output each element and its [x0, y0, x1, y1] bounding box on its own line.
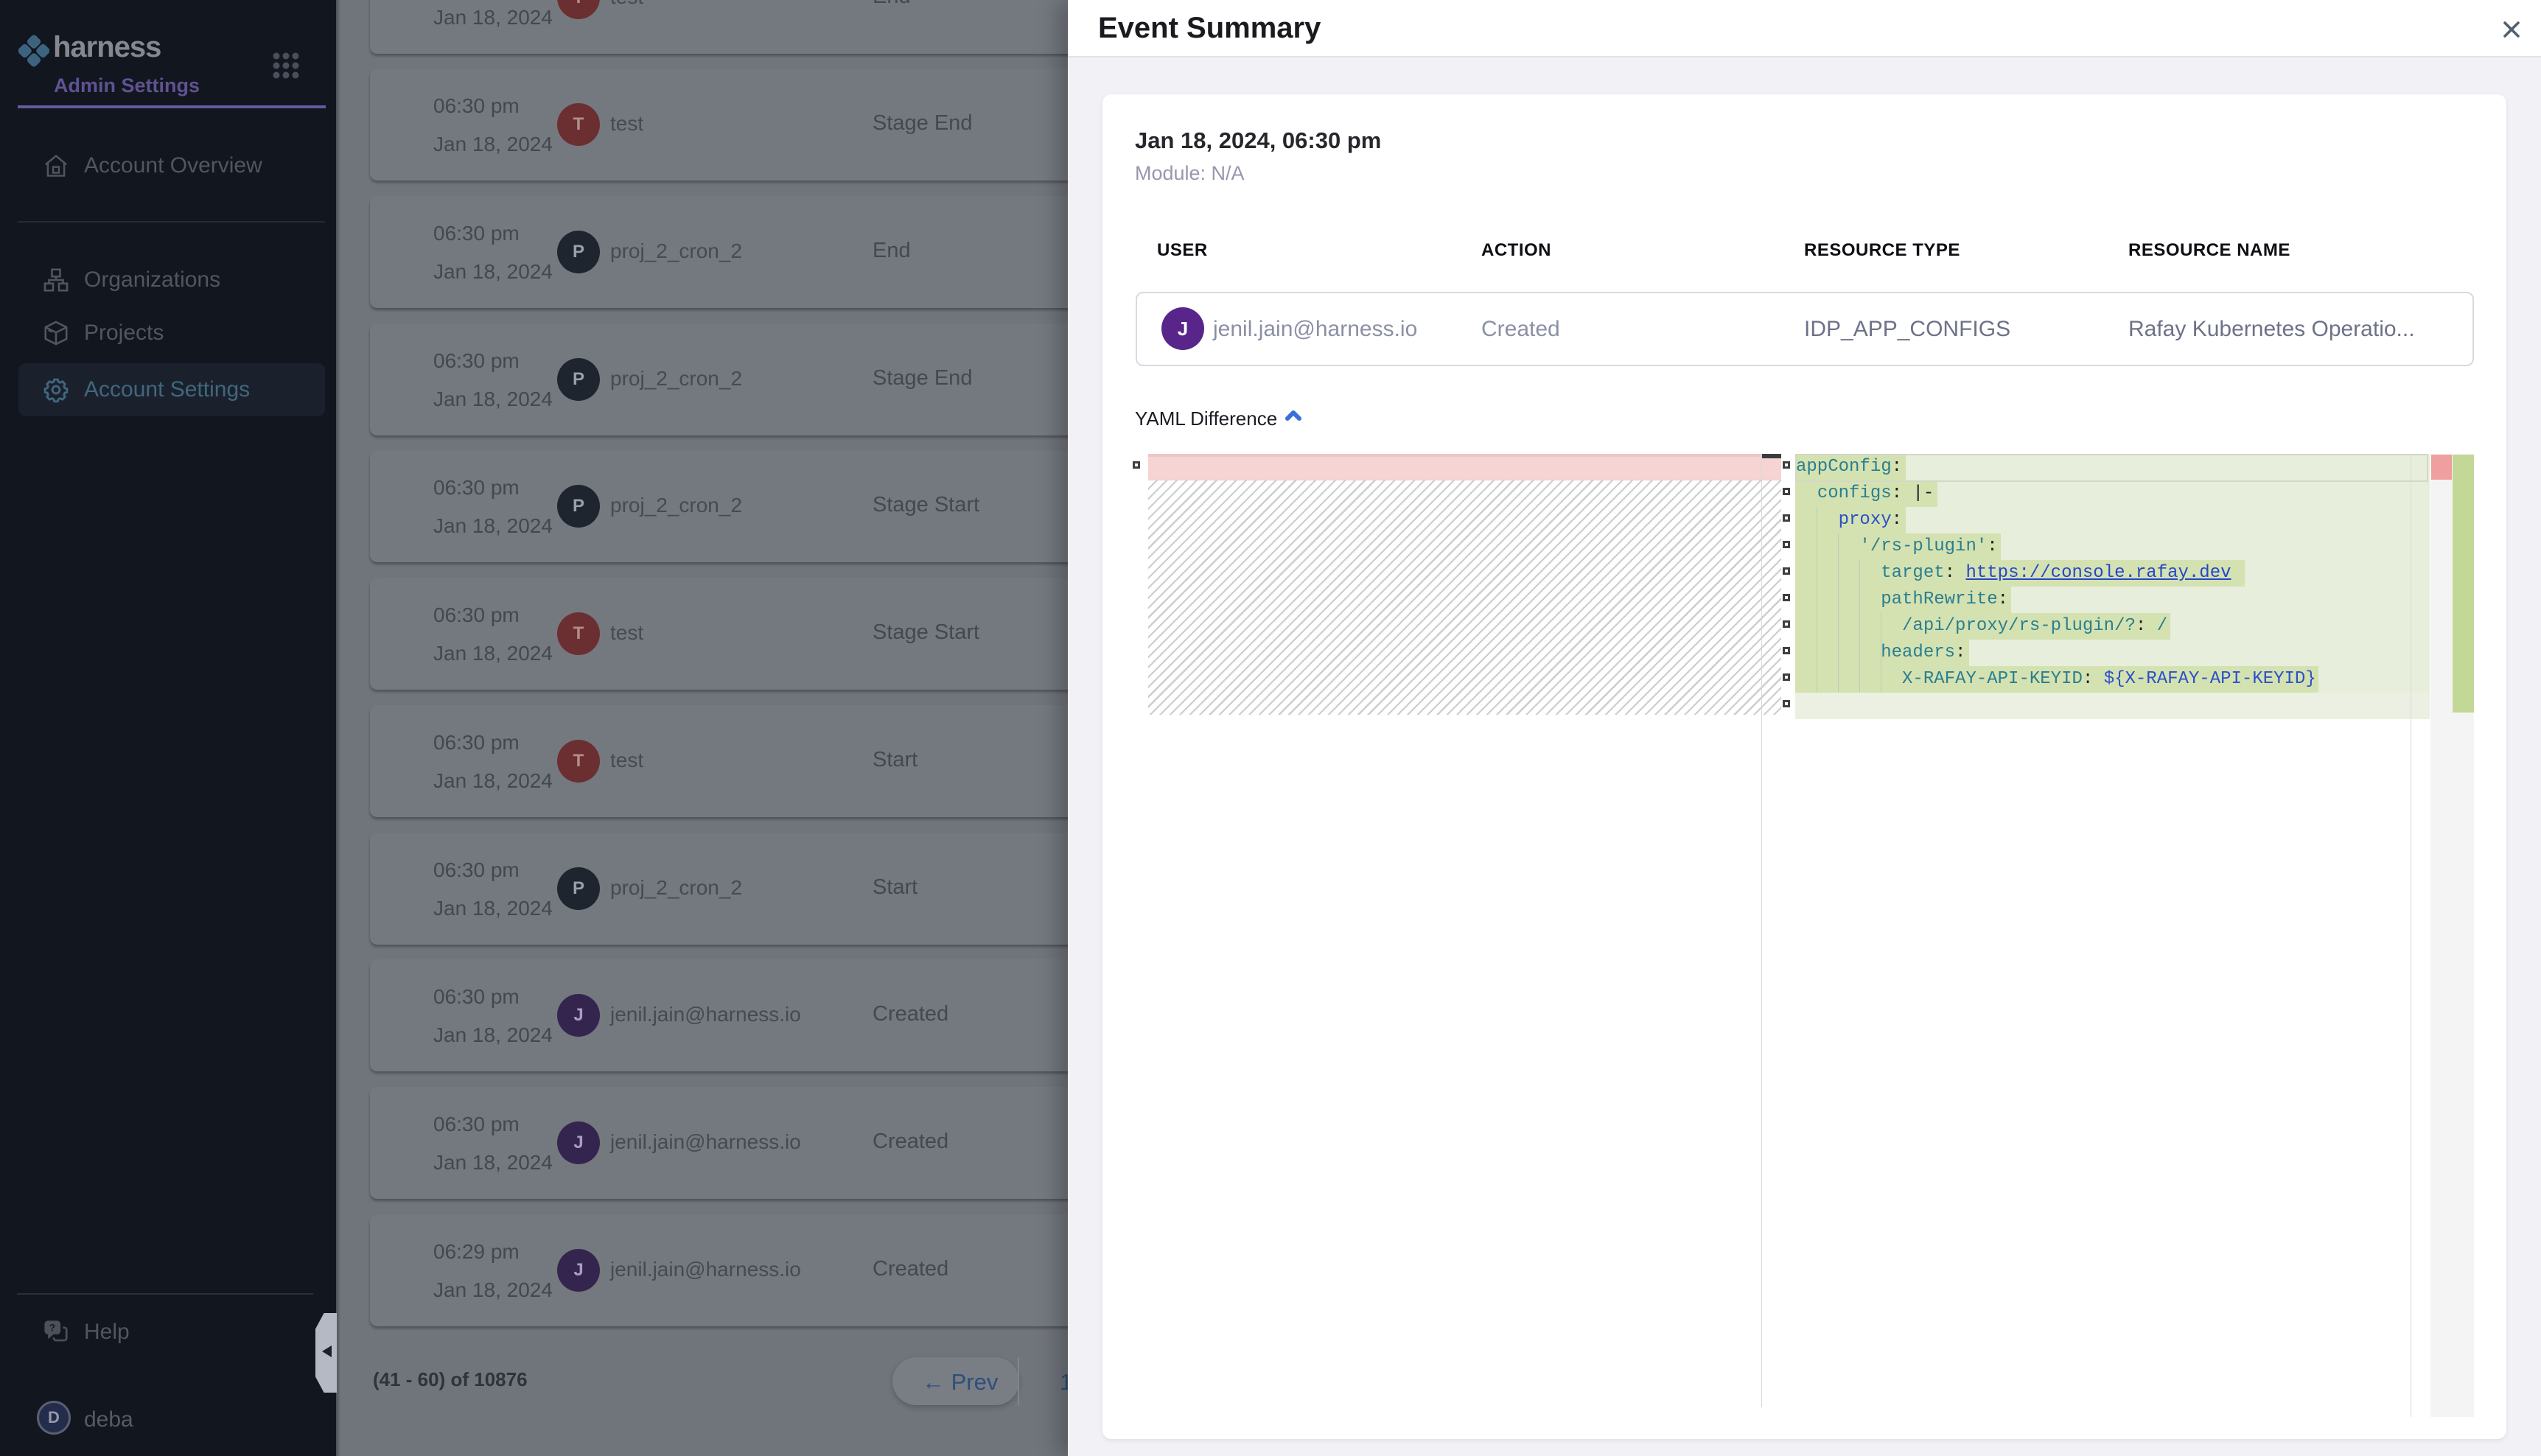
svg-text:?: ?	[49, 1322, 55, 1333]
